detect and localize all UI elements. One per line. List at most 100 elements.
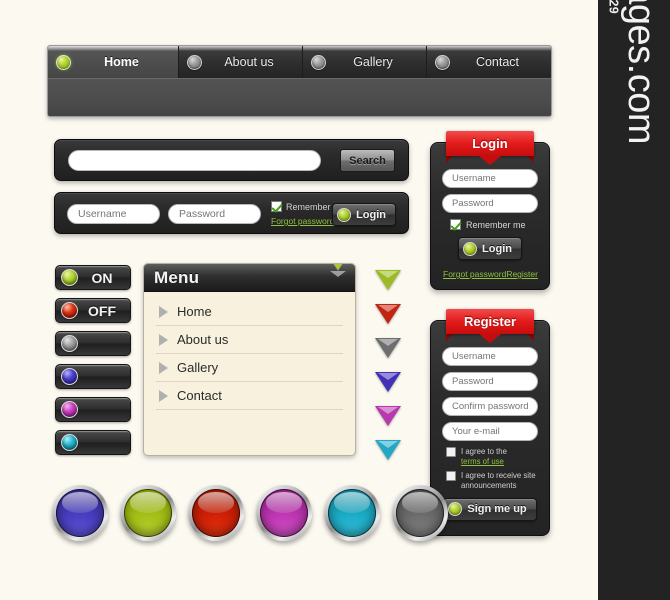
led-gray-icon — [61, 335, 78, 352]
led-blue-icon — [61, 368, 78, 385]
arrow-cell[interactable] — [371, 365, 405, 399]
round-button-list — [52, 485, 448, 541]
menu-panel: Menu Home About us Gallery Contact — [143, 263, 356, 456]
toggle-gray-button[interactable] — [55, 331, 131, 356]
led-cyan-icon — [61, 434, 78, 451]
ribbon-fold-right — [527, 334, 534, 341]
arrow-cell[interactable] — [371, 399, 405, 433]
triangle-down-green-icon — [375, 270, 401, 290]
ribbon-tail — [479, 156, 501, 165]
arrow-cell[interactable] — [371, 263, 405, 297]
nav-tab-label: Gallery — [353, 55, 393, 69]
toggle-label: ON — [91, 269, 113, 286]
nav-tab-contact[interactable]: Contact — [427, 46, 551, 78]
arrow-cell[interactable] — [371, 331, 405, 365]
arrow-cell[interactable] — [371, 433, 405, 467]
nav-tab-label: Contact — [475, 55, 520, 69]
toggle-off-button[interactable]: OFF — [55, 298, 131, 323]
sign-me-up-label: Sign me up — [467, 503, 527, 516]
menu-header: Menu — [144, 264, 355, 292]
register-email-input[interactable] — [442, 422, 538, 441]
register-confirm-password-input[interactable] — [442, 397, 538, 416]
login-ribbon: Login — [446, 131, 534, 165]
toggle-cyan-button[interactable] — [55, 430, 131, 455]
led-green-icon — [337, 207, 352, 222]
menu-item-about-us[interactable]: About us — [156, 326, 343, 354]
arrow-icon-list — [371, 263, 405, 467]
terms-of-use-link[interactable]: terms of use — [461, 457, 504, 466]
triangle-down-icon[interactable] — [328, 264, 348, 287]
login-bar-login-button[interactable]: Login — [332, 203, 396, 226]
register-username-input[interactable] — [442, 347, 538, 366]
search-input[interactable] — [68, 150, 321, 171]
orb-surface — [192, 489, 240, 537]
sign-me-up-button[interactable]: Sign me up — [443, 497, 537, 521]
toggle-magenta-button[interactable] — [55, 397, 131, 422]
round-button-gray[interactable] — [392, 485, 448, 541]
menu-item-gallery[interactable]: Gallery — [156, 354, 343, 382]
register-announcements-row[interactable]: I agree to receive site announcements — [446, 471, 538, 490]
toggle-blue-button[interactable] — [55, 364, 131, 389]
ribbon-fold-left — [446, 334, 453, 341]
forgot-password-link[interactable]: Forgot password — [271, 216, 334, 226]
nav-tab-label: About us — [224, 55, 274, 69]
round-button-red[interactable] — [188, 485, 244, 541]
login-panel-username-input[interactable] — [442, 169, 538, 188]
search-bar: Search — [54, 139, 409, 181]
round-button-magenta[interactable] — [256, 485, 312, 541]
ribbon-body: Login — [446, 131, 534, 156]
arrow-cell[interactable] — [371, 297, 405, 331]
menu-item-home[interactable]: Home — [156, 298, 343, 326]
orb-surface — [56, 489, 104, 537]
search-button[interactable]: Search — [340, 149, 395, 172]
remember-me-label: Remember me — [466, 219, 526, 230]
ribbon-tail — [479, 334, 501, 343]
forgot-password-link[interactable]: Forgot password — [443, 269, 506, 279]
register-announcements-label: I agree to receive site announcements — [461, 471, 536, 491]
login-panel-remember-me[interactable]: Remember me — [450, 219, 538, 230]
checkbox-unchecked-icon[interactable] — [446, 471, 456, 482]
ribbon-body: Register — [446, 309, 534, 334]
main-navigation-bar: Home About us Gallery Contact — [47, 45, 552, 117]
led-green-icon — [61, 269, 78, 286]
nav-tab-gallery[interactable]: Gallery — [303, 46, 427, 78]
toggle-button-list: ON OFF — [55, 265, 131, 463]
nav-tab-home[interactable]: Home — [48, 46, 179, 78]
register-link[interactable]: Register — [506, 269, 538, 279]
register-ribbon: Register — [446, 309, 534, 343]
ribbon-fold-right — [527, 156, 534, 163]
register-password-input[interactable] — [442, 372, 538, 391]
triangle-right-icon — [159, 333, 168, 346]
triangle-down-gray-icon — [375, 338, 401, 358]
menu-item-contact[interactable]: Contact — [156, 382, 343, 410]
checkbox-checked-icon[interactable] — [271, 201, 282, 212]
wm-suffix: Images.com — [620, 0, 662, 144]
login-panel-login-button[interactable]: Login — [458, 237, 522, 260]
login-bar: Remember me Forgot password Register Log… — [54, 192, 409, 234]
toggle-on-button[interactable]: ON — [55, 265, 131, 290]
login-bar-password-input[interactable] — [168, 204, 261, 224]
triangle-down-red-icon — [375, 304, 401, 324]
menu-item-label: Gallery — [177, 360, 219, 375]
toggle-label: OFF — [88, 302, 116, 319]
triangle-gloss — [330, 270, 346, 277]
checkbox-checked-icon[interactable] — [450, 219, 461, 230]
register-terms-row[interactable]: I agree to the terms of use — [446, 447, 538, 466]
register-panel-body: I agree to the terms of use I agree to r… — [431, 347, 549, 521]
login-panel-password-input[interactable] — [442, 194, 538, 213]
round-button-blue[interactable] — [52, 485, 108, 541]
round-button-cyan[interactable] — [324, 485, 380, 541]
nav-tab-about-us[interactable]: About us — [179, 46, 303, 78]
led-magenta-icon — [61, 401, 78, 418]
nav-content-area — [48, 78, 551, 116]
orb-surface — [396, 489, 444, 537]
checkbox-unchecked-icon[interactable] — [446, 447, 456, 457]
triangle-down-cyan-icon — [375, 440, 401, 460]
register-terms-label: I agree to the terms of use — [461, 447, 538, 466]
orb-surface — [328, 489, 376, 537]
menu-title: Menu — [154, 267, 200, 287]
login-panel-button-row: Login — [442, 237, 538, 260]
login-button-label: Login — [482, 242, 512, 255]
login-bar-username-input[interactable] — [67, 204, 160, 224]
round-button-green[interactable] — [120, 485, 176, 541]
